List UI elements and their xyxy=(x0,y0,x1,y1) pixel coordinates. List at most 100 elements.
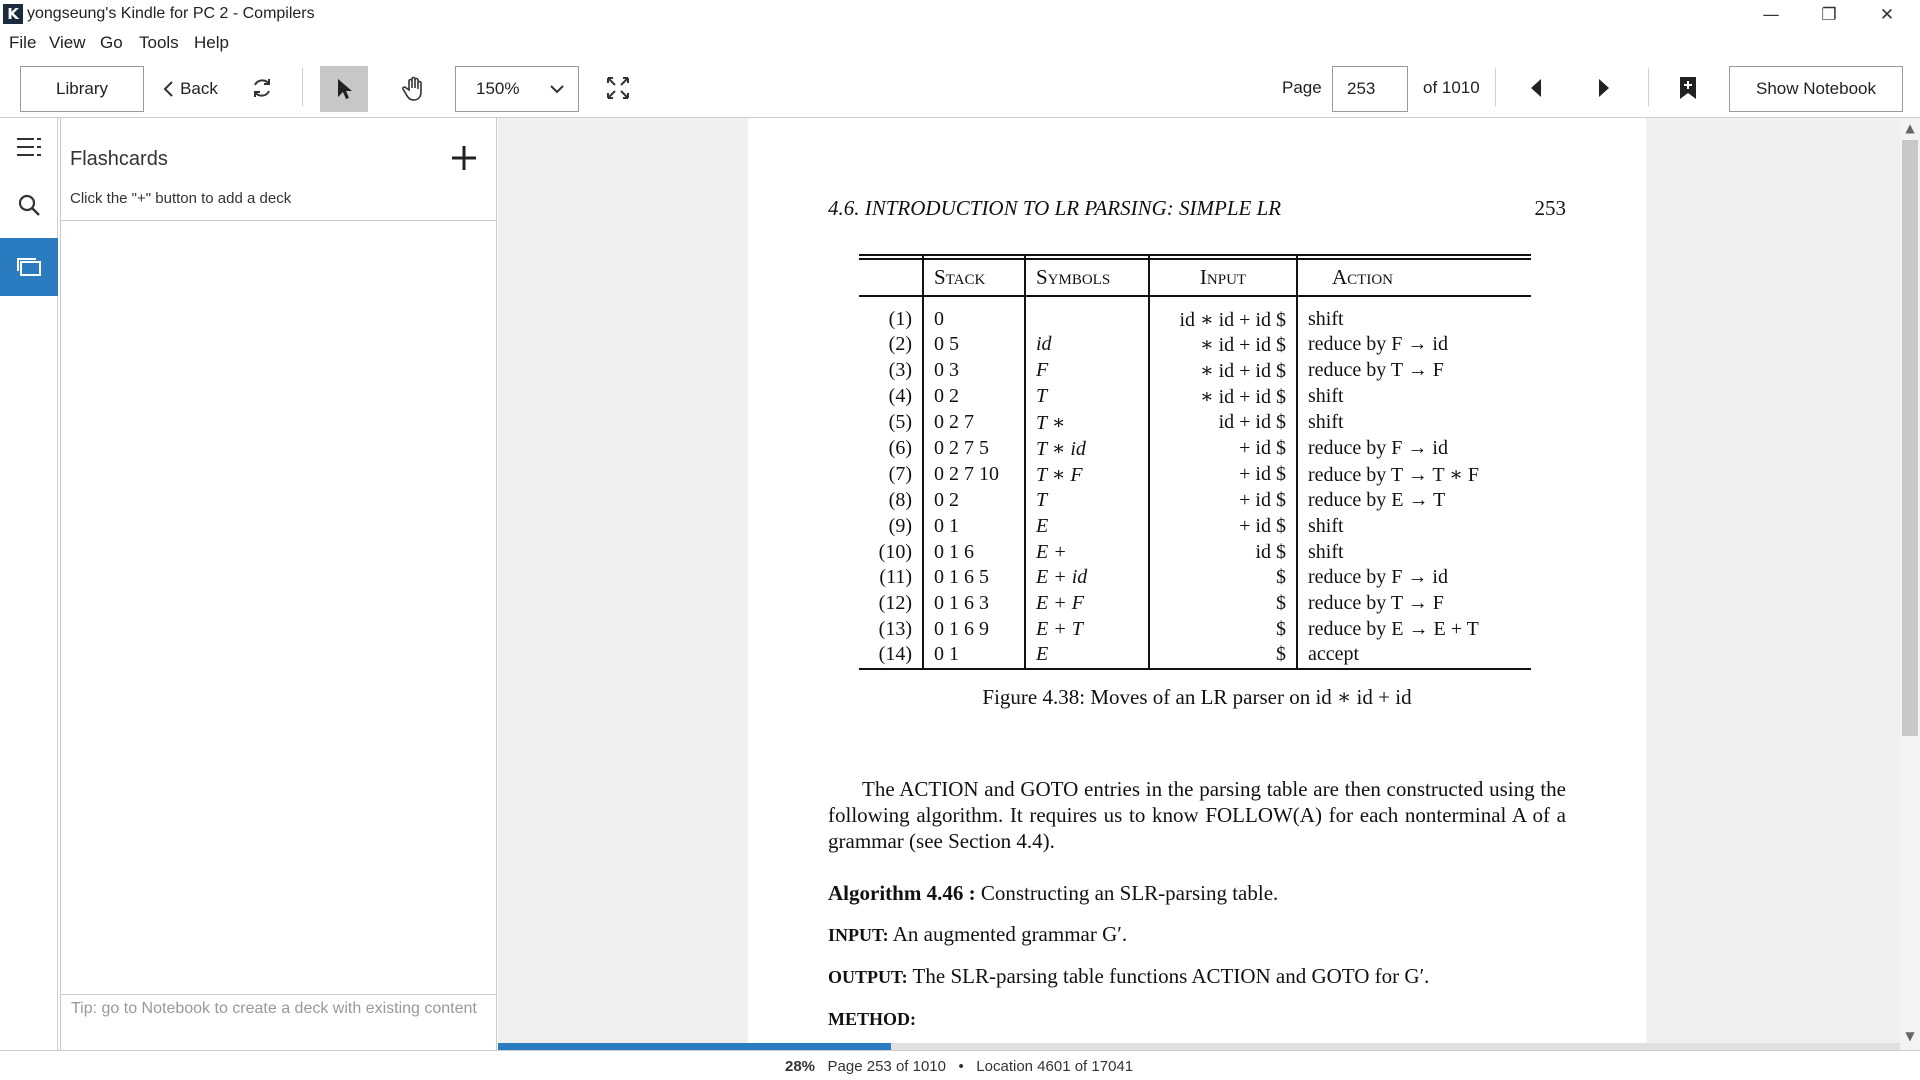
table-cell-input: id $ xyxy=(1148,539,1297,566)
hand-pan-icon xyxy=(402,76,422,101)
minimize-button[interactable]: — xyxy=(1742,0,1800,30)
table-row: (7) 0 2 7 10 T ∗ F + id $ reduce by T → T ∗ … xyxy=(859,461,1531,488)
table-cell-stack: 0 3 xyxy=(922,357,1025,384)
table-row: (12) 0 1 6 3E + F $ reduce by T → F xyxy=(859,590,1531,617)
scroll-up-icon[interactable]: ▲ xyxy=(1900,121,1920,139)
table-cell-input: ∗ id + id $ xyxy=(1148,332,1297,358)
table-cell-action: reduce by E → T xyxy=(1296,487,1531,514)
table-header-num xyxy=(859,254,923,296)
table-cell-action: reduce by T → F xyxy=(1296,357,1531,384)
output-label: OUTPUT: xyxy=(828,967,908,987)
back-chevron-icon xyxy=(163,81,173,97)
algorithm-title: Constructing an SLR-parsing table. xyxy=(980,881,1279,905)
zoom-select[interactable]: 150% xyxy=(455,66,579,112)
table-cell-step: (10) xyxy=(878,540,912,563)
table-cell-input: + id $ xyxy=(1148,513,1297,540)
flashcards-button[interactable] xyxy=(0,238,58,296)
scroll-down-icon[interactable]: ▼ xyxy=(1900,1029,1920,1047)
contents-button[interactable] xyxy=(0,118,58,176)
library-button[interactable]: Library xyxy=(20,66,144,112)
maximize-button[interactable]: ❐ xyxy=(1800,0,1858,30)
close-button[interactable]: ✕ xyxy=(1858,0,1916,30)
table-cell-symbols: F xyxy=(1024,357,1149,384)
page-number: 253 xyxy=(1534,196,1567,220)
table-cell-action: reduce by E → E + T xyxy=(1296,616,1531,643)
fullscreen-button[interactable] xyxy=(600,70,636,106)
table-cell-step: (12) xyxy=(878,592,912,615)
menu-go[interactable]: Go xyxy=(100,33,123,53)
next-page-icon xyxy=(1599,79,1609,97)
menu-file[interactable]: File xyxy=(9,33,36,53)
table-cell-action: reduce by F → id xyxy=(1296,565,1531,591)
kindle-app-icon: K xyxy=(3,4,23,24)
table-cell-input: + id $ xyxy=(1148,487,1297,514)
table-cell-stack: 0 2 7 5 xyxy=(922,435,1025,462)
flashcards-panel: Flashcards Click the "+" button to add a… xyxy=(60,118,497,1050)
bookmark-button[interactable] xyxy=(1670,70,1706,106)
sync-button[interactable] xyxy=(244,70,280,106)
table-cell-action: reduce by F → id xyxy=(1296,435,1531,462)
prev-page-button[interactable] xyxy=(1518,70,1554,106)
algorithm-heading: Algorithm 4.46 : Constructing an SLR-par… xyxy=(828,880,1566,906)
table-row: (6) 0 2 7 5T ∗ id + id $ reduce by F → id xyxy=(859,435,1531,462)
table-cell-stack: 0 1 6 9 xyxy=(922,616,1025,643)
page-number-value: 253 xyxy=(1347,79,1376,98)
table-cell-stack: 0 1 xyxy=(922,513,1025,540)
table-cell-stack: 0 2 7 10 xyxy=(922,461,1025,488)
table-cell-symbols: E + F xyxy=(1024,590,1149,617)
menu-tools[interactable]: Tools xyxy=(139,33,179,53)
notebook-tip: Tip: go to Notebook to create a deck wit… xyxy=(71,1000,477,1017)
toolbar-separator xyxy=(1495,68,1496,106)
table-cell-action: shift xyxy=(1296,296,1531,332)
table-cell-input: $ xyxy=(1148,642,1297,669)
back-button[interactable]: Back xyxy=(158,66,222,112)
hand-tool-button[interactable] xyxy=(390,66,438,112)
input-line: INPUT: An augmented grammar G′. xyxy=(828,921,1566,948)
add-deck-button[interactable] xyxy=(446,140,482,176)
table-row: (9) 0 1 E + id $ shift xyxy=(859,513,1531,540)
output-line: OUTPUT: The SLR-parsing table functions … xyxy=(828,963,1566,990)
table-cell-stack: 0 2 xyxy=(922,487,1025,514)
table-cell-stack: 0 1 6 xyxy=(922,539,1025,566)
search-button[interactable] xyxy=(0,176,58,234)
table-cell-action: reduce by F → id xyxy=(1296,332,1531,358)
page-number-input[interactable]: 253 xyxy=(1332,66,1408,112)
table-cell-symbols: E + xyxy=(1024,539,1149,566)
table-cell-stack: 0 2 7 xyxy=(922,409,1025,436)
algorithm-label: Algorithm 4.46 : xyxy=(828,881,976,905)
table-cell-stack: 0 2 xyxy=(922,383,1025,410)
next-page-button[interactable] xyxy=(1586,70,1622,106)
table-cell-input: ∗ id + id $ xyxy=(1148,357,1297,384)
status-page: Page 253 of 1010 xyxy=(827,1058,946,1075)
table-cell-action: shift xyxy=(1296,539,1531,566)
menu-view[interactable]: View xyxy=(49,33,86,53)
method-line: METHOD: xyxy=(828,1005,1566,1032)
reader-area[interactable]: 4.6. INTRODUCTION TO LR PARSING: SIMPLE … xyxy=(498,118,1900,1043)
table-cell-stack: 0 1 6 3 xyxy=(922,590,1025,617)
toolbar: Library Back 150% Page 253 of 1010 Show … xyxy=(0,56,1920,118)
menu-help[interactable]: Help xyxy=(194,33,229,53)
table-cell-symbols: E + id xyxy=(1024,565,1149,591)
table-row: (2) 0 5 id ∗ id + id $ reduce by F → id xyxy=(859,332,1531,358)
output-text: The SLR-parsing table functions ACTION a… xyxy=(912,964,1430,988)
prev-page-icon xyxy=(1531,79,1541,97)
side-rail xyxy=(0,118,58,1050)
table-cell-stack: 0 5 xyxy=(922,332,1025,358)
table-cell-input: id + id $ xyxy=(1148,409,1297,436)
table-cell-input: id ∗ id + id $ xyxy=(1148,296,1297,332)
table-row: (5) 0 2 7T ∗ id + id $ shift xyxy=(859,409,1531,436)
flashcards-title: Flashcards xyxy=(70,148,168,170)
table-cell-symbols: T xyxy=(1024,383,1149,410)
table-cell-step: (2) xyxy=(888,333,912,356)
table-cell-action: shift xyxy=(1296,513,1531,540)
table-cell-input: $ xyxy=(1148,590,1297,617)
table-cell-action: reduce by T → T ∗ F xyxy=(1296,461,1531,488)
table-cell-step: (9) xyxy=(888,514,912,537)
show-notebook-button[interactable]: Show Notebook xyxy=(1729,66,1903,112)
select-tool-button[interactable] xyxy=(320,66,368,112)
table-cell-input: $ xyxy=(1148,565,1297,591)
back-label: Back xyxy=(180,79,218,98)
bookmark-add-icon xyxy=(1680,77,1696,99)
reading-progress-bar[interactable] xyxy=(498,1043,1900,1050)
scrollbar-thumb[interactable] xyxy=(1902,140,1918,736)
